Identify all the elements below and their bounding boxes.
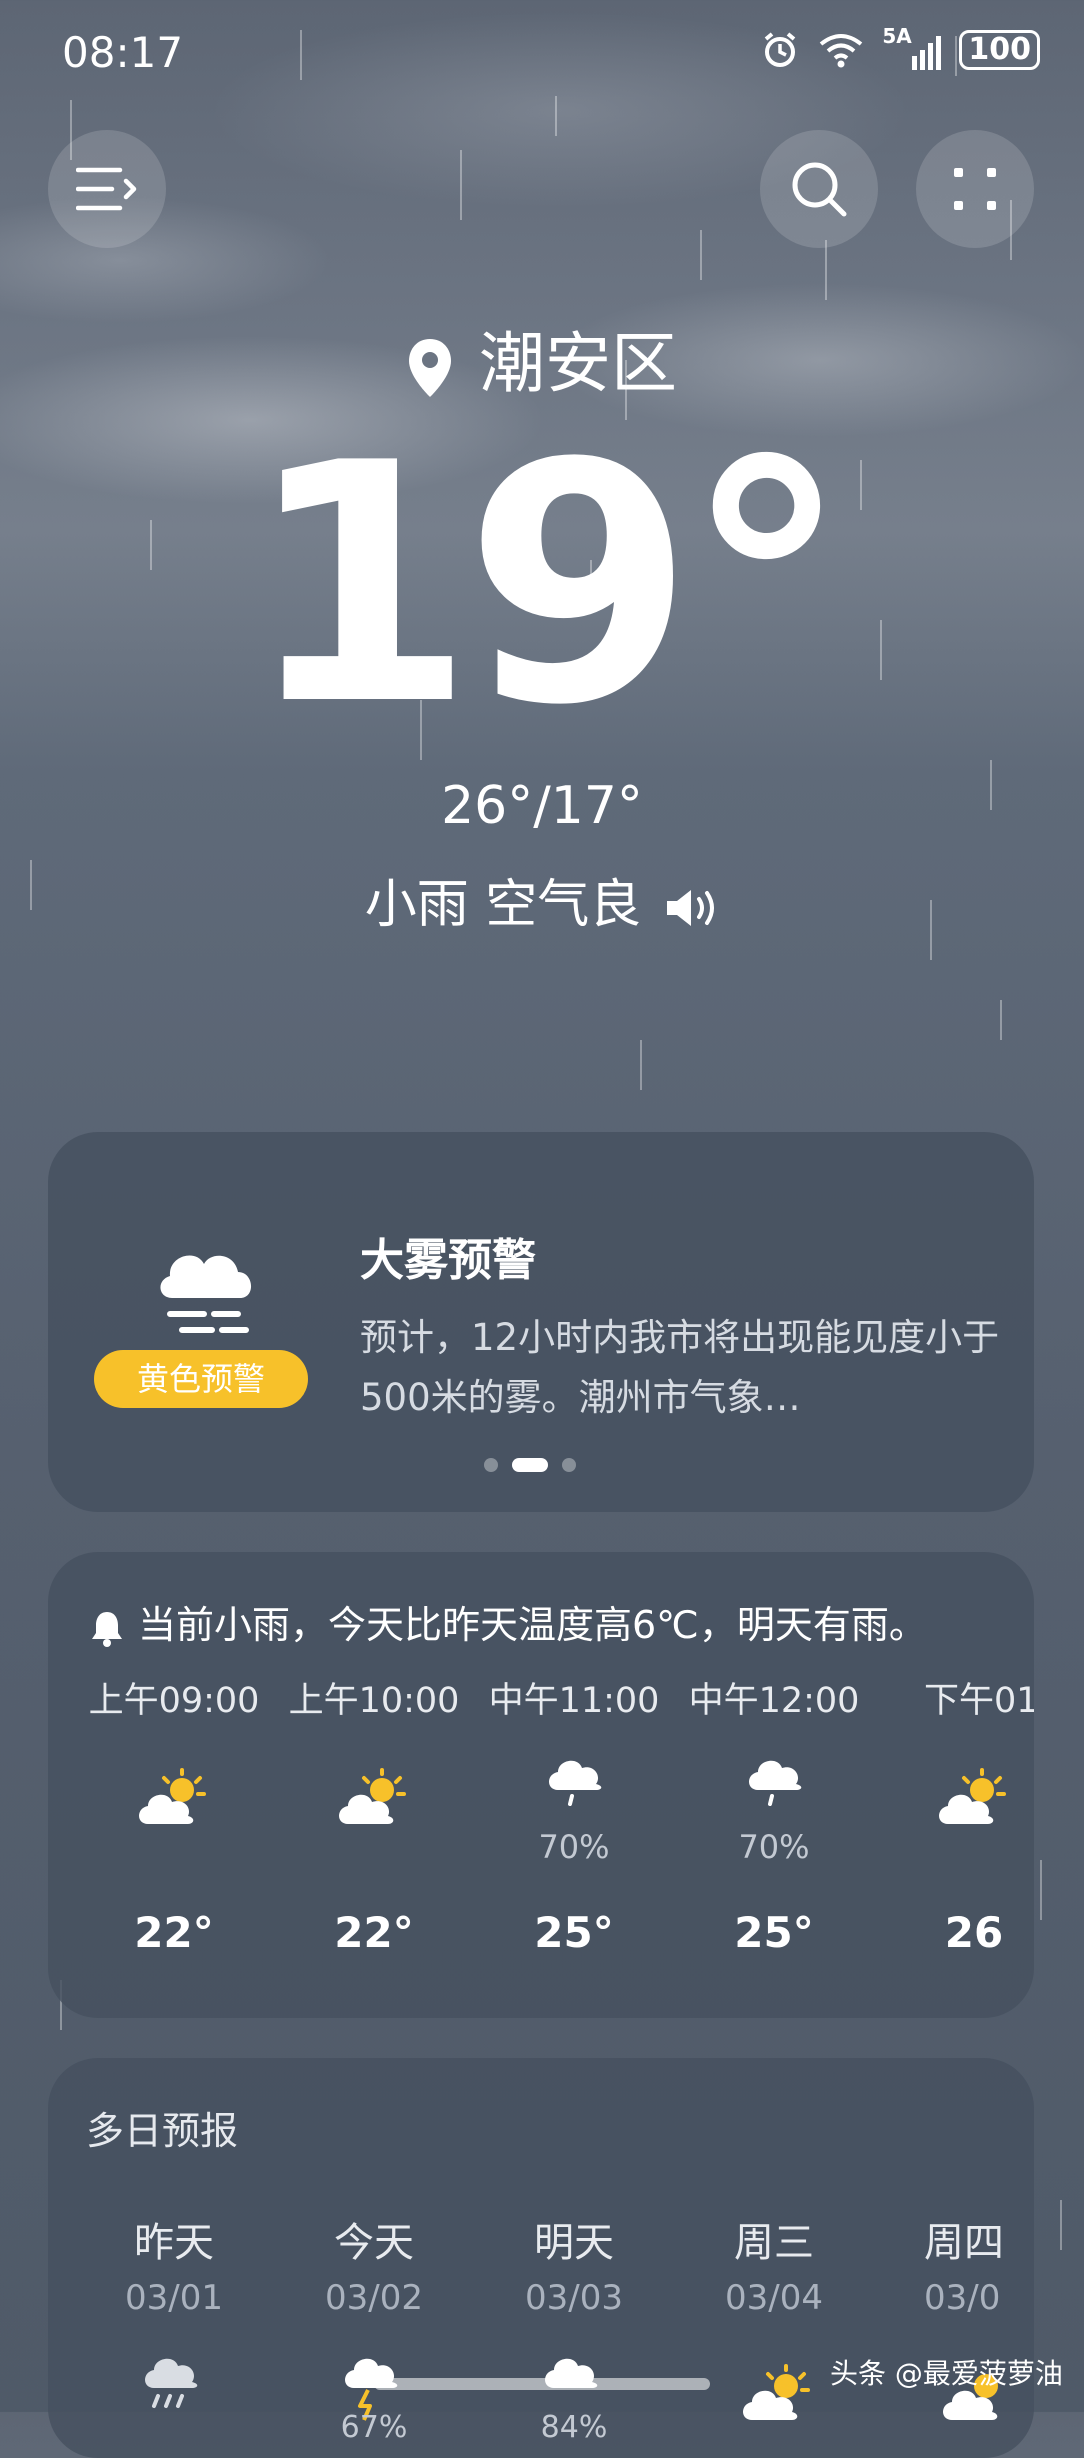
current-temperature: 19° — [244, 393, 849, 777]
rain-icon — [145, 2358, 198, 2408]
hour-time: 下午01 — [924, 1681, 1034, 1721]
partly-sunny-icon — [743, 2364, 810, 2420]
hour-precip: 70% — [738, 1828, 810, 1866]
hour-time: 上午09:00 — [88, 1681, 260, 1721]
bell-icon — [92, 1611, 122, 1647]
rain-streak — [1040, 1860, 1042, 1920]
carousel-dot[interactable] — [562, 1458, 576, 1472]
weather-alert-card[interactable]: 黄色预警 大雾预警 预计，12小时内我市将出现能见度小于500米的雾。潮州市气象… — [48, 1132, 1034, 1512]
day-name: 周四 — [924, 2220, 1004, 2266]
weather-summary: 当前小雨，今天比昨天温度高6℃，明天有雨。 — [90, 1594, 927, 1649]
network-type: 5A — [882, 24, 912, 48]
status-icons: 5A 100 — [760, 24, 1040, 70]
hourly-list[interactable]: 上午09:00 22° 上午10:00 22° 中午11:00 70% 25° … — [48, 1672, 1034, 2018]
carousel-dots[interactable] — [484, 1458, 576, 1472]
rain-streak — [1000, 1000, 1002, 1040]
hour-temp: 26 — [944, 1908, 1004, 1957]
day-name: 今天 — [334, 2220, 414, 2266]
hour-precip: 70% — [538, 1828, 610, 1866]
hour-temp: 22° — [334, 1908, 414, 1957]
status-time: 08:17 — [62, 28, 184, 77]
menu-button[interactable] — [48, 130, 166, 248]
day-name: 周三 — [734, 2220, 814, 2266]
daily-forecast-card[interactable]: 多日预报 昨天 03/01 今天 03/02 67% 明天 03/03 84% … — [48, 2058, 1034, 2458]
light-rain-icon — [549, 1760, 602, 1806]
daily-title: 多日预报 — [86, 2109, 239, 2153]
alert-description: 预计，12小时内我市将出现能见度小于500米的雾。潮州市气象… — [360, 1316, 1000, 1419]
day-precip: 67% — [340, 2410, 408, 2445]
partly-sunny-icon — [939, 1768, 1006, 1824]
signal-icon: 5A — [882, 24, 942, 70]
rain-streak — [825, 240, 827, 300]
grid-dots-icon — [954, 168, 996, 210]
hour-item: 上午09:00 22° — [74, 1672, 274, 1957]
rain-streak — [700, 230, 702, 280]
day-date: 03/01 — [125, 2278, 223, 2318]
alert-title: 大雾预警 — [360, 1235, 536, 1286]
day-item[interactable]: 周三 03/04 — [674, 2210, 874, 2420]
location-name: 潮安区 — [479, 325, 677, 402]
day-item[interactable]: 周四 03/0 — [874, 2210, 1034, 2420]
location-pin-icon — [409, 338, 451, 397]
alert-level-badge: 黄色预警 — [94, 1350, 308, 1408]
search-icon — [792, 162, 847, 217]
status-bar: 08:17 5A 100 — [0, 0, 1084, 110]
hour-item: 上午10:00 22° — [274, 1672, 474, 1957]
day-name: 昨天 — [134, 2220, 214, 2266]
rain-streak — [460, 150, 462, 220]
alarm-icon — [765, 32, 796, 67]
hourly-forecast-card[interactable]: 当前小雨，今天比昨天温度高6℃，明天有雨。 上午09:00 22° 上午10:0… — [48, 1552, 1034, 2018]
hour-item: 下午01 26 — [874, 1672, 1034, 1957]
day-precip: 84% — [540, 2410, 608, 2445]
day-name: 明天 — [534, 2220, 614, 2266]
day-date: 03/0 — [924, 2278, 1001, 2318]
wifi-icon — [820, 34, 863, 68]
hour-time: 上午10:00 — [288, 1681, 460, 1721]
hour-item: 中午12:00 70% 25° — [674, 1672, 874, 1957]
day-item[interactable]: 明天 03/03 84% — [474, 2210, 674, 2445]
rain-streak — [640, 1040, 642, 1090]
hour-time: 中午11:00 — [488, 1681, 660, 1721]
day-date: 03/03 — [525, 2278, 623, 2318]
hour-item: 中午11:00 70% 25° — [474, 1672, 674, 1957]
condition-text: 小雨 空气良 — [364, 875, 642, 935]
day-date: 03/02 — [325, 2278, 423, 2318]
carousel-dot-active[interactable] — [512, 1458, 548, 1472]
fog-icon — [160, 1255, 252, 1333]
carousel-dot[interactable] — [484, 1458, 498, 1472]
hour-temp: 25° — [734, 1908, 814, 1957]
partly-sunny-icon — [139, 1768, 206, 1824]
weather-condition: 小雨 空气良 — [0, 862, 1084, 937]
search-button[interactable] — [760, 130, 878, 248]
light-rain-icon — [749, 1760, 802, 1806]
battery-indicator: 100 — [959, 30, 1040, 70]
hour-temp: 22° — [134, 1908, 214, 1957]
day-item[interactable]: 昨天 03/01 — [74, 2210, 274, 2408]
home-indicator[interactable] — [374, 2378, 710, 2390]
hour-time: 中午12:00 — [688, 1681, 860, 1721]
more-button[interactable] — [916, 130, 1034, 248]
rain-streak — [1060, 2200, 1062, 2250]
watermark: 头条 @最爱菠萝油 — [830, 2357, 1063, 2390]
hour-temp: 25° — [534, 1908, 614, 1957]
day-item[interactable]: 今天 03/02 67% — [274, 2210, 474, 2445]
speaker-icon[interactable] — [663, 886, 719, 930]
temperature-range: 26°/17° — [441, 776, 643, 836]
summary-text: 当前小雨，今天比昨天温度高6℃，明天有雨。 — [138, 1603, 927, 1647]
partly-sunny-icon — [339, 1768, 406, 1824]
day-date: 03/04 — [725, 2278, 823, 2318]
location-title[interactable]: 潮安区 — [0, 310, 1084, 406]
menu-icon — [76, 167, 137, 211]
